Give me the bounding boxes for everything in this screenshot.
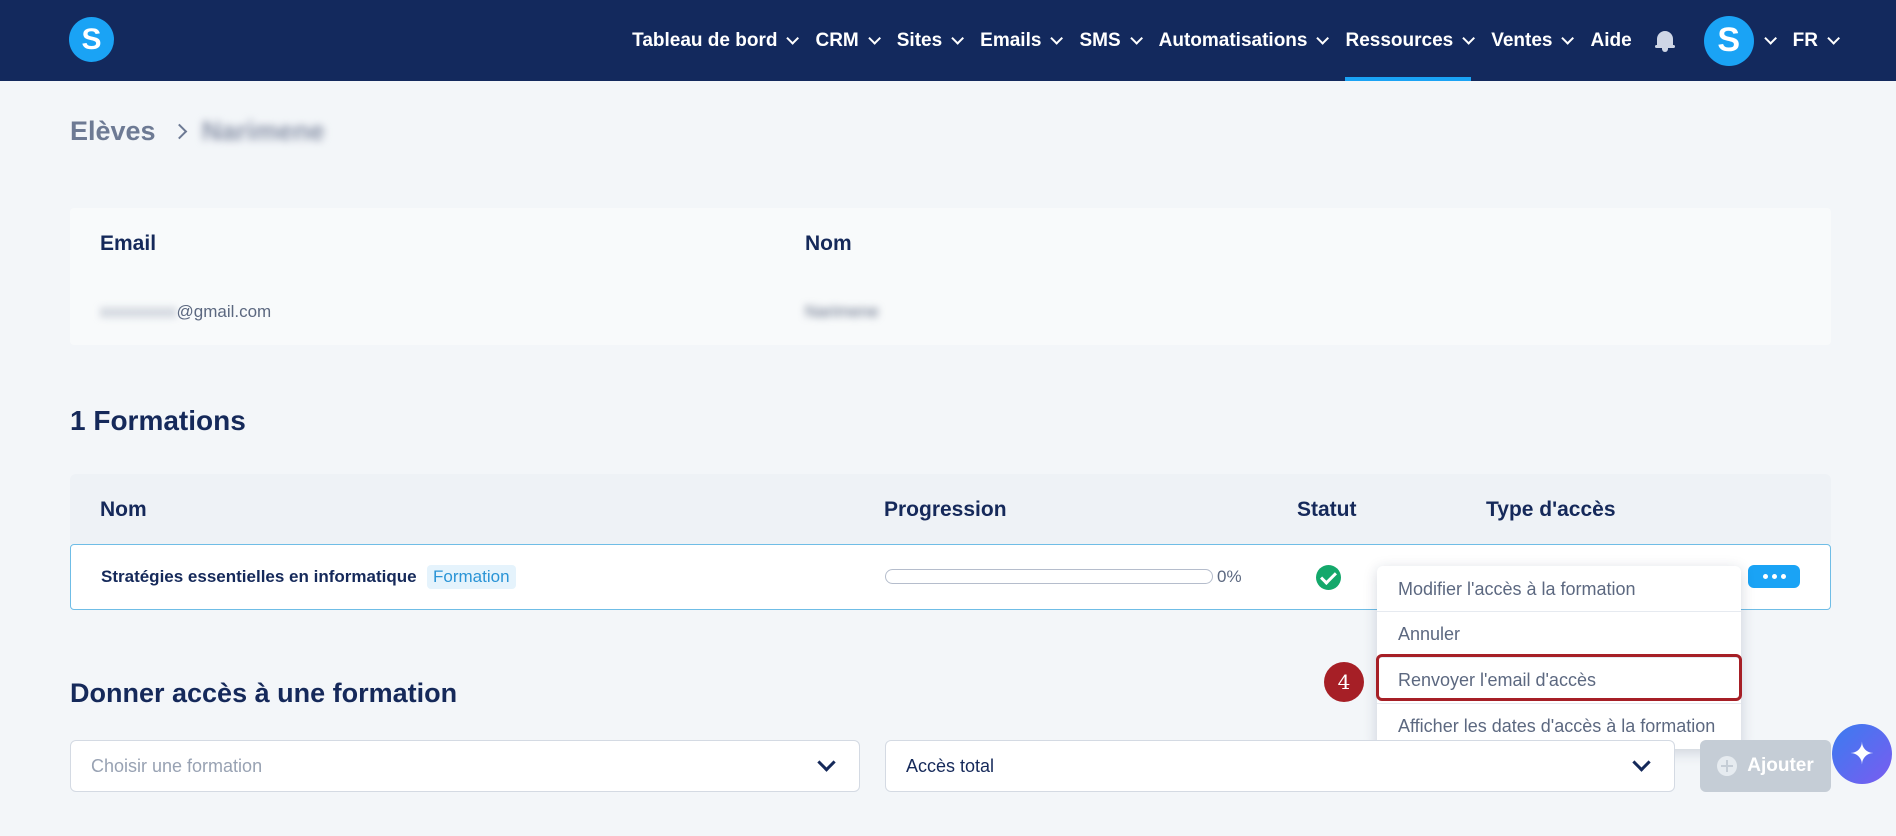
nav-label: Automatisations <box>1158 29 1308 51</box>
progress-percent: 0% <box>1217 567 1242 586</box>
nav-label: CRM <box>815 29 859 51</box>
bell-icon[interactable] <box>1654 30 1676 52</box>
access-type-select[interactable]: Accès total <box>885 740 1675 792</box>
course-type-badge: Formation <box>427 565 516 589</box>
nav-ventes[interactable]: Ventes <box>1491 0 1575 81</box>
chevron-down-icon <box>1316 32 1330 45</box>
email-value: xxxxxxxxx@gmail.com <box>100 302 271 322</box>
step-badge: 4 <box>1324 662 1364 702</box>
add-button[interactable]: Ajouter <box>1700 740 1831 792</box>
chevron-right-icon <box>171 123 187 140</box>
language-selector[interactable]: FR <box>1792 0 1840 81</box>
formations-title: 1 Formations <box>70 405 246 436</box>
nav-emails[interactable]: Emails <box>980 0 1064 81</box>
main-menu: Tableau de bord CRM Sites Emails SMS Aut… <box>612 0 1840 81</box>
check-circle-icon <box>1316 565 1341 590</box>
access-type-value: Accès total <box>906 756 995 776</box>
column-header-nom: Nom <box>100 498 147 521</box>
nav-label: Ressources <box>1345 29 1454 51</box>
email-label: Email <box>100 232 157 255</box>
nav-sites[interactable]: Sites <box>896 0 965 81</box>
formation-select-placeholder: Choisir une formation <box>91 756 263 776</box>
chevron-down-icon <box>1462 32 1476 45</box>
formations-table-header: Nom Progression Statut Type d'accès <box>70 474 1831 544</box>
nav-crm[interactable]: CRM <box>815 0 881 81</box>
account-menu[interactable]: S <box>1676 15 1777 66</box>
menu-item-annuler[interactable]: Annuler <box>1377 611 1741 657</box>
sparkle-icon[interactable]: ✦ <box>1832 724 1892 784</box>
avatar[interactable]: S <box>1703 15 1754 66</box>
chevron-down-icon <box>1561 32 1575 45</box>
nav-label: Sites <box>896 29 943 51</box>
nav-aide[interactable]: Aide <box>1590 0 1631 81</box>
nav-label: Aide <box>1590 29 1632 51</box>
nav-label: Tableau de bord <box>632 29 778 51</box>
give-access-title: Donner accès à une formation <box>70 678 458 708</box>
menu-item-modifier-acces[interactable]: Modifier l'accès à la formation <box>1377 566 1741 612</box>
nav-sms[interactable]: SMS <box>1079 0 1143 81</box>
nav-label: SMS <box>1079 29 1121 51</box>
nav-label: Ventes <box>1491 29 1553 51</box>
name-label: Nom <box>805 232 852 255</box>
chevron-down-icon <box>868 32 881 45</box>
breadcrumb-current: Narimene <box>201 116 325 146</box>
chevron-down-icon <box>817 753 836 772</box>
chevron-down-icon <box>1129 32 1143 45</box>
nav-ressources[interactable]: Ressources <box>1345 0 1476 81</box>
chevron-down-icon <box>951 32 965 45</box>
nav-label: Emails <box>980 29 1042 51</box>
chevron-down-icon <box>1763 32 1777 45</box>
nav-automatisations[interactable]: Automatisations <box>1158 0 1330 81</box>
breadcrumb-parent-link[interactable]: Elèves <box>70 116 156 147</box>
add-button-label: Ajouter <box>1747 755 1814 776</box>
column-header-statut: Statut <box>1297 498 1357 521</box>
student-info-card: Email xxxxxxxxx@gmail.com Nom Narimene <box>70 208 1831 345</box>
column-header-progression: Progression <box>884 498 1007 521</box>
brand-logo[interactable]: S <box>69 17 114 62</box>
email-domain: @gmail.com <box>176 302 272 321</box>
highlight-box <box>1376 654 1742 701</box>
breadcrumb: Elèves Narimene <box>70 116 325 147</box>
name-value: Narimene <box>805 302 879 321</box>
formation-select[interactable]: Choisir une formation <box>70 740 860 792</box>
more-actions-button[interactable] <box>1748 565 1800 588</box>
column-header-type-acces: Type d'accès <box>1486 498 1616 521</box>
chevron-down-icon <box>1632 753 1651 772</box>
chevron-down-icon <box>786 32 800 45</box>
progress-bar <box>885 569 1213 584</box>
course-name: Stratégies essentielles en informatique <box>101 567 417 586</box>
chevron-down-icon <box>1050 32 1064 45</box>
chevron-down-icon <box>1827 32 1840 45</box>
email-masked: xxxxxxxxx <box>100 302 177 321</box>
plus-circle-icon <box>1717 756 1738 776</box>
language-label: FR <box>1792 29 1818 51</box>
top-navbar: S Tableau de bord CRM Sites Emails SMS A… <box>0 0 1896 81</box>
nav-tableau-de-bord[interactable]: Tableau de bord <box>632 0 800 81</box>
